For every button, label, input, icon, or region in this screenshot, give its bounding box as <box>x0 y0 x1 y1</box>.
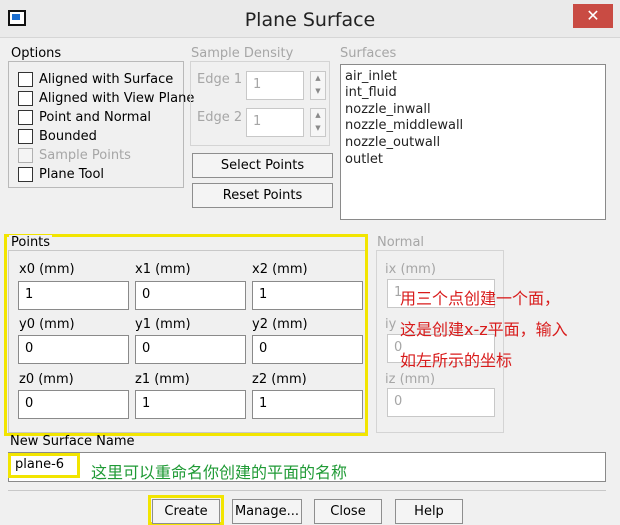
iz-input: 0 <box>387 388 495 417</box>
checkbox-label: Plane Tool <box>39 166 105 182</box>
checkbox-box[interactable] <box>18 71 33 87</box>
edge1-label: Edge 1 <box>197 72 243 87</box>
manage-button[interactable]: Manage... <box>232 499 302 524</box>
window-title: Plane Surface <box>244 9 376 31</box>
iy-label: iy <box>385 317 397 332</box>
edge2-input: 1 <box>246 108 304 137</box>
checkbox-label: Point and Normal <box>39 109 152 125</box>
close-button[interactable]: Close <box>314 499 382 524</box>
checkbox-label: Sample Points <box>39 147 131 163</box>
edge1-input: 1 <box>246 71 304 100</box>
edge1-stepper: ▲ ▼ <box>310 71 326 100</box>
list-item[interactable]: air_inlet <box>345 69 397 84</box>
y0-input[interactable]: 0 <box>18 335 129 364</box>
list-item[interactable]: outlet <box>345 152 383 167</box>
z0-input[interactable]: 0 <box>18 390 129 419</box>
edge2-label: Edge 2 <box>197 110 243 125</box>
annotation-note-line3: 如左所示的坐标 <box>400 351 513 370</box>
y2-label: y2 (mm) <box>252 317 308 332</box>
checkbox-box[interactable] <box>18 166 33 182</box>
list-item[interactable]: nozzle_inwall <box>345 102 431 117</box>
point-and-normal-checkbox[interactable]: Point and Normal <box>18 108 151 126</box>
x2-label: x2 (mm) <box>252 262 308 277</box>
new-surface-name-value: plane-6 <box>15 457 65 472</box>
close-window-button[interactable]: ✕ <box>573 4 613 28</box>
sample-points-checkbox: Sample Points <box>18 146 131 164</box>
y0-label: y0 (mm) <box>19 317 75 332</box>
checkbox-box[interactable] <box>18 109 33 125</box>
surfaces-label: Surfaces <box>338 46 399 61</box>
x1-label: x1 (mm) <box>135 262 191 277</box>
rename-annotation: 这里可以重命名你创建的平面的名称 <box>91 463 348 482</box>
checkbox-box[interactable] <box>18 128 33 144</box>
z0-label: z0 (mm) <box>19 372 74 387</box>
x1-input[interactable]: 0 <box>135 281 246 310</box>
create-button[interactable]: Create <box>152 499 220 524</box>
z2-input[interactable]: 1 <box>252 390 363 419</box>
x0-input[interactable]: 1 <box>18 281 129 310</box>
reset-points-button[interactable]: Reset Points <box>192 183 333 208</box>
list-item[interactable]: int_fluid <box>345 85 397 100</box>
z2-label: z2 (mm) <box>252 372 307 387</box>
y1-input[interactable]: 0 <box>135 335 246 364</box>
sample-density-label: Sample Density <box>189 46 296 61</box>
bounded-checkbox[interactable]: Bounded <box>18 127 97 145</box>
y1-label: y1 (mm) <box>135 317 191 332</box>
surfaces-list[interactable]: air_inlet int_fluid nozzle_inwall nozzle… <box>340 64 606 220</box>
checkbox-label: Aligned with View Plane <box>39 90 195 106</box>
checkbox-label: Aligned with Surface <box>39 71 174 87</box>
checkbox-label: Bounded <box>39 128 97 144</box>
z1-input[interactable]: 1 <box>135 390 246 419</box>
checkbox-box[interactable] <box>18 90 33 106</box>
list-item[interactable]: nozzle_middlewall <box>345 118 463 133</box>
footer-divider <box>8 490 606 491</box>
options-label: Options <box>9 46 64 61</box>
points-label: Points <box>9 235 53 250</box>
plane-tool-checkbox[interactable]: Plane Tool <box>18 165 104 183</box>
aligned-with-view-plane-checkbox[interactable]: Aligned with View Plane <box>18 89 194 107</box>
z1-label: z1 (mm) <box>135 372 190 387</box>
y2-input[interactable]: 0 <box>252 335 363 364</box>
annotation-note-line1: 用三个点创建一个面， <box>400 289 561 308</box>
x0-label: x0 (mm) <box>19 262 75 277</box>
iz-label: iz (mm) <box>385 372 436 387</box>
normal-label: Normal <box>375 235 427 250</box>
select-points-button[interactable]: Select Points <box>192 153 333 178</box>
list-item[interactable]: nozzle_outwall <box>345 135 440 150</box>
ix-label: ix (mm) <box>385 262 436 277</box>
aligned-with-surface-checkbox[interactable]: Aligned with Surface <box>18 70 173 88</box>
x2-input[interactable]: 1 <box>252 281 363 310</box>
checkbox-box <box>18 147 33 163</box>
help-button[interactable]: Help <box>395 499 463 524</box>
new-surface-name-label: New Surface Name <box>10 434 135 449</box>
edge2-stepper: ▲ ▼ <box>310 108 326 137</box>
annotation-note-line2: 这是创建x-z平面，输入 <box>400 320 568 339</box>
